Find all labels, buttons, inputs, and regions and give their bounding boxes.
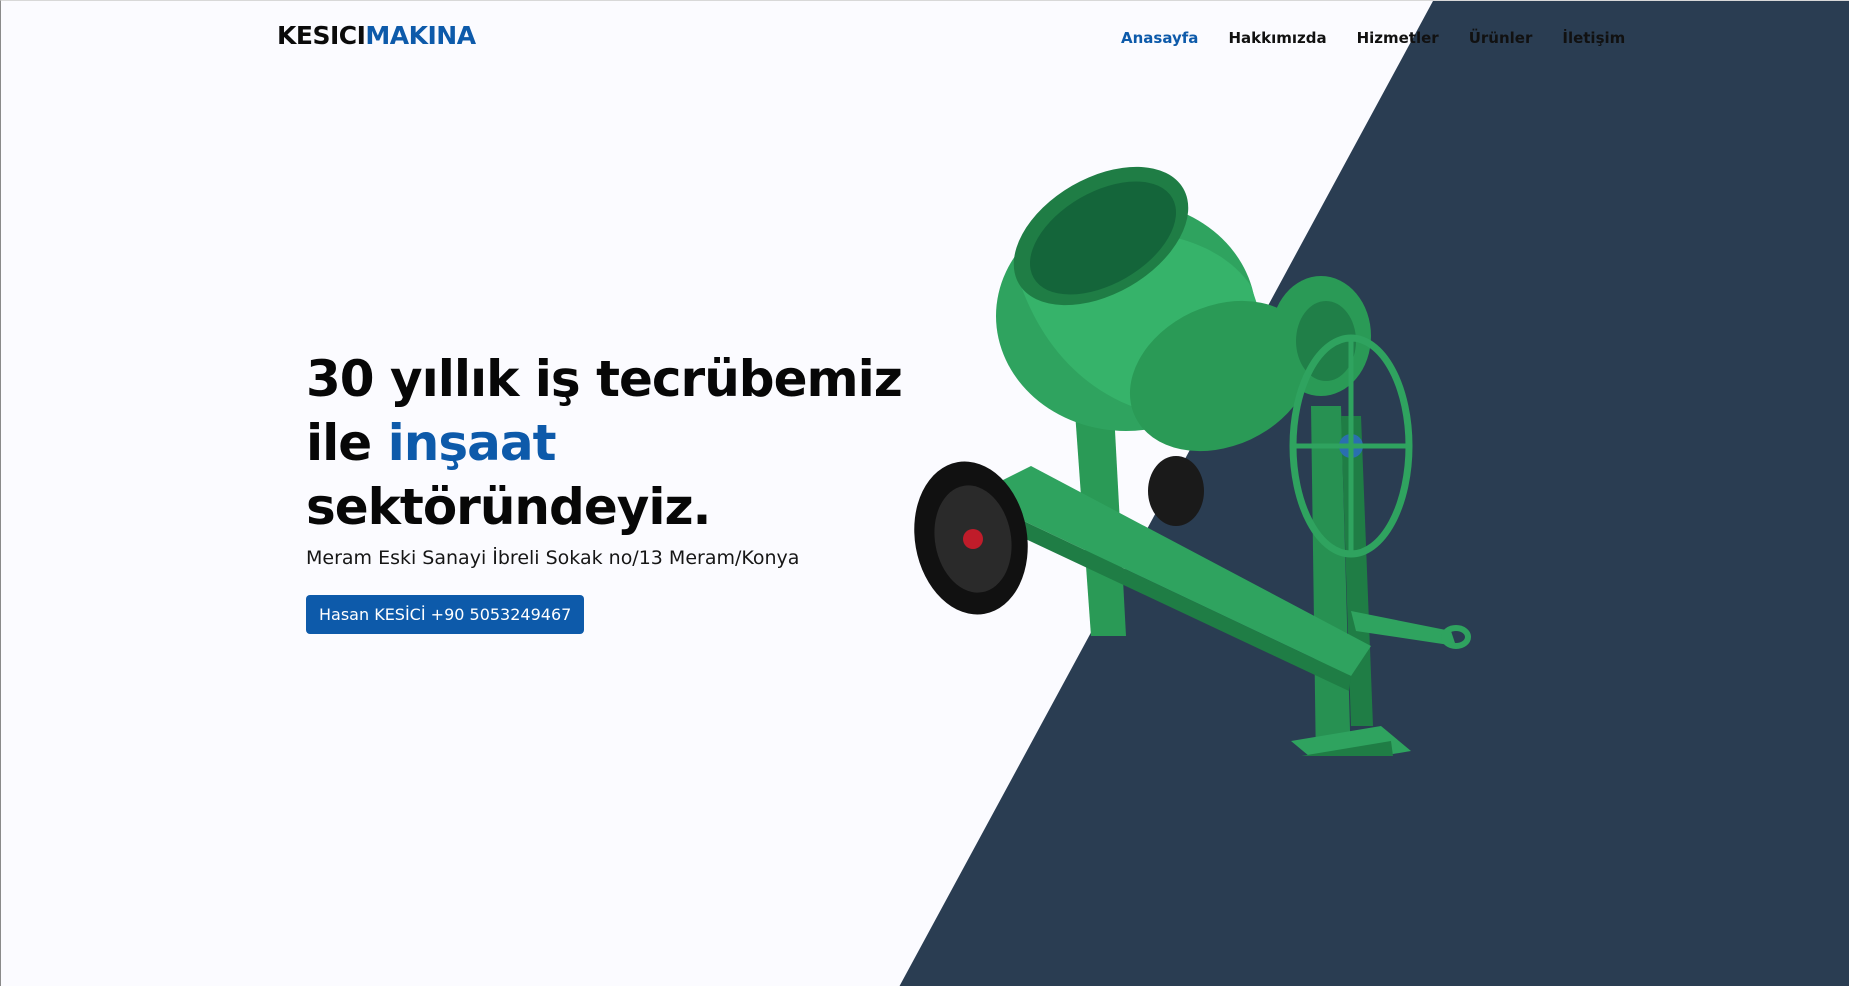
nav-item-anasayfa[interactable]: Anasayfa: [1121, 29, 1198, 47]
nav-item-hakkimizda[interactable]: Hakkımızda: [1228, 29, 1326, 47]
nav-item-urunler[interactable]: Ürünler: [1469, 29, 1533, 47]
hero-title-line2-prefix: ile: [306, 414, 388, 472]
nav-item-hizmetler[interactable]: Hizmetler: [1357, 29, 1439, 47]
nav-item-iletisim[interactable]: İletişim: [1562, 29, 1625, 47]
hero-title-line1: 30 yıllık iş tecrübemiz: [306, 350, 903, 408]
hero-title-line3: sektöründeyiz.: [306, 478, 712, 536]
contact-phone-button[interactable]: Hasan KESİCİ +90 5053249467: [306, 595, 585, 634]
concrete-mixer-image: [914, 166, 1471, 756]
hero-title-accent: inşaat: [387, 414, 557, 472]
hero-title: 30 yıllık iş tecrübemiz ile inşaat sektö…: [306, 347, 906, 539]
site-header: KESICIMAKINA Anasayfa Hakkımızda Hizmetl…: [1, 1, 1849, 77]
main-nav: Anasayfa Hakkımızda Hizmetler Ürünler İl…: [1121, 29, 1655, 47]
brand-logo[interactable]: KESICIMAKINA: [277, 21, 476, 50]
page: KESICIMAKINA Anasayfa Hakkımızda Hizmetl…: [0, 0, 1849, 986]
brand-name-part2: MAKINA: [365, 21, 476, 50]
hero-section: 30 yıllık iş tecrübemiz ile inşaat sektö…: [306, 347, 906, 634]
address-text: Meram Eski Sanayi İbreli Sokak no/13 Mer…: [306, 547, 800, 569]
brand-name-part1: KESICI: [277, 21, 366, 50]
